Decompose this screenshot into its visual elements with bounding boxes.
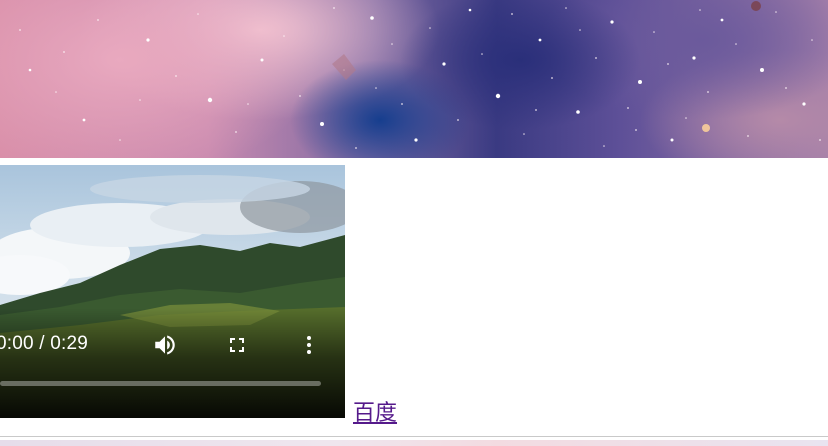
divider (0, 436, 828, 437)
starfield (19, 1, 821, 149)
video-player[interactable]: 0:00 / 0:29 (0, 165, 345, 418)
volume-button[interactable] (151, 331, 179, 359)
page: 0:00 / 0:29 百度 (0, 0, 828, 446)
more-vert-icon (307, 336, 311, 354)
progress-bar[interactable] (0, 381, 321, 386)
fullscreen-button[interactable] (223, 331, 251, 359)
nebula-banner-image (0, 0, 828, 158)
baidu-link[interactable]: 百度 (353, 395, 397, 427)
controls-gradient (0, 308, 345, 418)
volume-icon (155, 335, 175, 355)
bottom-image-strip (0, 440, 828, 446)
fullscreen-icon (230, 338, 244, 352)
more-options-button[interactable] (295, 331, 323, 359)
time-display: 0:00 / 0:29 (0, 333, 88, 354)
